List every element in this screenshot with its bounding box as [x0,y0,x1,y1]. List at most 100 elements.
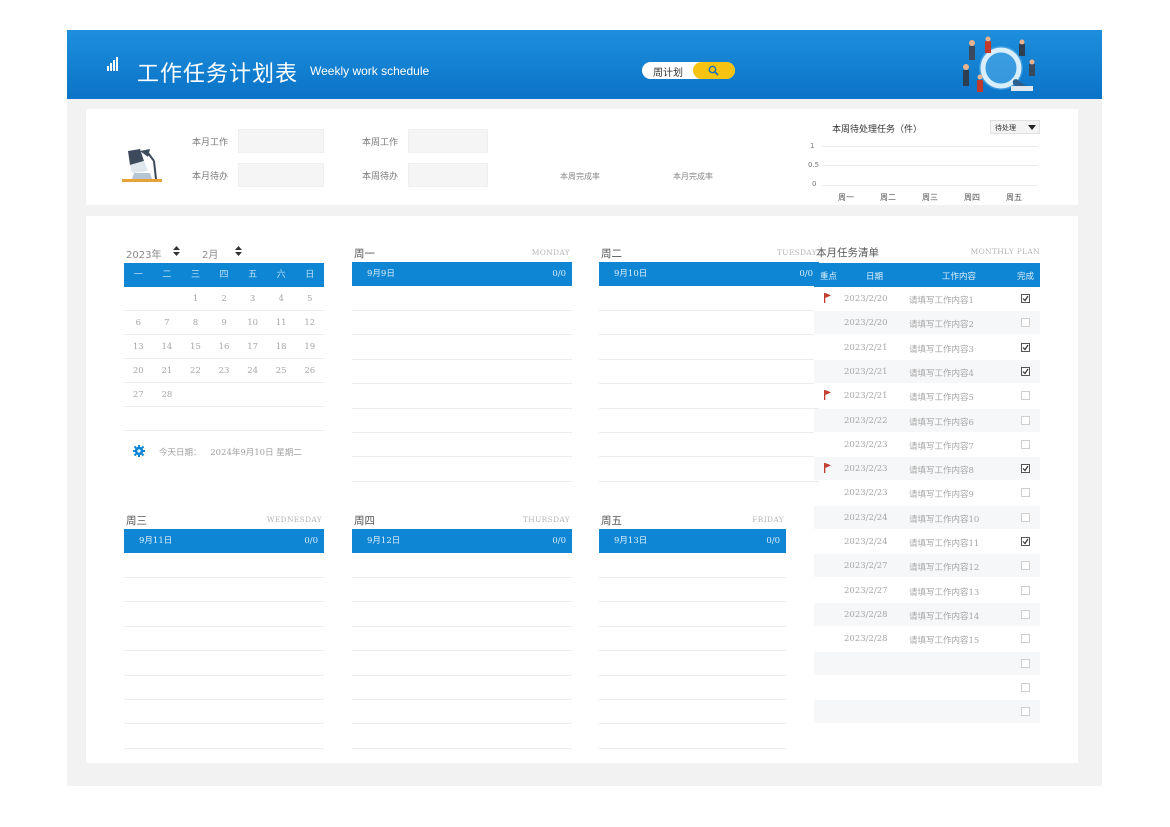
calendar-day[interactable]: 1 [181,287,210,310]
calendar-day[interactable]: 3 [238,287,267,310]
task-line[interactable] [352,383,572,385]
week-work-field[interactable] [408,129,488,153]
task-line[interactable] [124,601,324,603]
task-line[interactable] [599,407,819,409]
plan-task[interactable]: 请填写工作内容5 [909,391,974,403]
calendar-day[interactable]: 19 [295,335,324,358]
task-line[interactable] [352,723,572,725]
day-header-bar[interactable]: 9月10日 0/0 [599,262,819,286]
task-line[interactable] [352,310,572,311]
task-line[interactable] [352,358,572,360]
plan-task[interactable]: 请填写工作内容8 [909,464,974,476]
calendar-day[interactable]: 28 [153,383,182,406]
calendar-day[interactable]: 13 [124,335,153,358]
calendar-day[interactable]: 21 [153,359,182,382]
week-pending-field[interactable] [408,163,488,187]
task-line[interactable] [124,650,324,652]
task-line[interactable] [599,383,819,385]
calendar-day[interactable]: 17 [238,335,267,358]
task-line[interactable] [599,432,819,433]
task-line[interactable] [352,650,572,652]
calendar-day[interactable]: 23 [210,359,239,382]
plan-task[interactable]: 请填写工作内容2 [909,318,974,330]
year-spinner-icon[interactable] [173,246,180,256]
plan-task[interactable]: 请填写工作内容7 [909,440,974,452]
task-line[interactable] [599,456,819,458]
task-line[interactable] [352,432,572,433]
done-checkbox[interactable] [1021,488,1030,498]
calendar-day[interactable]: 4 [267,287,296,310]
done-checkbox[interactable] [1021,537,1030,546]
calendar-day[interactable]: 20 [124,359,153,382]
done-checkbox[interactable] [1021,609,1030,619]
calendar-day[interactable]: 18 [267,335,296,358]
plan-task[interactable]: 请填写工作内容1 [909,294,974,306]
day-header-bar[interactable]: 9月13日 0/0 [599,529,786,553]
done-checkbox[interactable] [1021,439,1030,449]
task-line[interactable] [352,699,572,700]
day-header-bar[interactable]: 9月11日 0/0 [124,529,324,553]
task-line[interactable] [352,480,572,482]
task-line[interactable] [599,674,786,676]
calendar-day[interactable]: 2 [210,287,239,310]
calendar-day[interactable]: 8 [181,311,210,334]
task-line[interactable] [352,601,572,603]
task-line[interactable] [352,747,572,749]
plan-task[interactable]: 请填写工作内容9 [909,488,974,500]
done-checkbox[interactable] [1021,366,1030,376]
calendar-day[interactable]: 5 [295,287,324,310]
calendar-day[interactable]: 12 [295,311,324,334]
task-line[interactable] [599,358,819,360]
done-checkbox[interactable] [1021,464,1030,474]
calendar-day[interactable]: 9 [210,311,239,334]
calendar-day[interactable]: 26 [295,359,324,382]
plan-task[interactable]: 请填写工作内容14 [909,610,979,622]
calendar-day[interactable]: 6 [124,311,153,334]
calendar-day[interactable]: 16 [210,335,239,358]
task-line[interactable] [599,334,819,336]
task-line[interactable] [352,625,572,627]
plan-task[interactable]: 请填写工作内容10 [909,513,979,525]
month-spinner-icon[interactable] [235,246,242,256]
task-line[interactable] [599,601,786,603]
calendar-day[interactable]: 24 [238,359,267,382]
task-line[interactable] [599,310,819,311]
task-line[interactable] [599,747,786,749]
calendar-day[interactable]: 15 [181,335,210,358]
calendar-day[interactable]: 7 [153,311,182,334]
plan-task[interactable]: 请填写工作内容6 [909,416,974,428]
plan-task[interactable]: 请填写工作内容11 [909,537,979,549]
task-line[interactable] [124,577,324,578]
done-checkbox[interactable] [1021,294,1030,303]
month-work-field[interactable] [238,129,324,153]
calendar-day[interactable]: 27 [124,383,153,406]
task-line[interactable] [352,407,572,409]
task-line[interactable] [599,625,786,627]
done-checkbox[interactable] [1021,585,1030,595]
month-pending-field[interactable] [238,163,324,187]
task-line[interactable] [599,577,786,578]
chart-filter-select[interactable]: 待处理 [990,120,1040,134]
done-checkbox[interactable] [1021,318,1030,328]
done-checkbox[interactable] [1021,391,1030,401]
task-line[interactable] [599,723,786,725]
task-line[interactable] [352,577,572,578]
calendar-day[interactable]: 22 [181,359,210,382]
plan-task[interactable]: 请填写工作内容3 [909,343,974,355]
calendar-day[interactable]: 14 [153,335,182,358]
task-line[interactable] [124,674,324,676]
done-checkbox[interactable] [1021,682,1030,692]
plan-task[interactable]: 请填写工作内容13 [909,586,979,598]
plan-task[interactable]: 请填写工作内容12 [909,561,979,573]
done-checkbox[interactable] [1021,658,1030,668]
task-line[interactable] [599,650,786,652]
search-box[interactable]: 周计划 [642,62,735,79]
task-line[interactable] [352,674,572,676]
done-checkbox[interactable] [1021,415,1030,425]
task-line[interactable] [124,699,324,700]
task-line[interactable] [352,456,572,458]
done-checkbox[interactable] [1021,634,1030,644]
done-checkbox[interactable] [1021,561,1030,571]
done-checkbox[interactable] [1021,707,1030,717]
done-checkbox[interactable] [1021,342,1030,352]
